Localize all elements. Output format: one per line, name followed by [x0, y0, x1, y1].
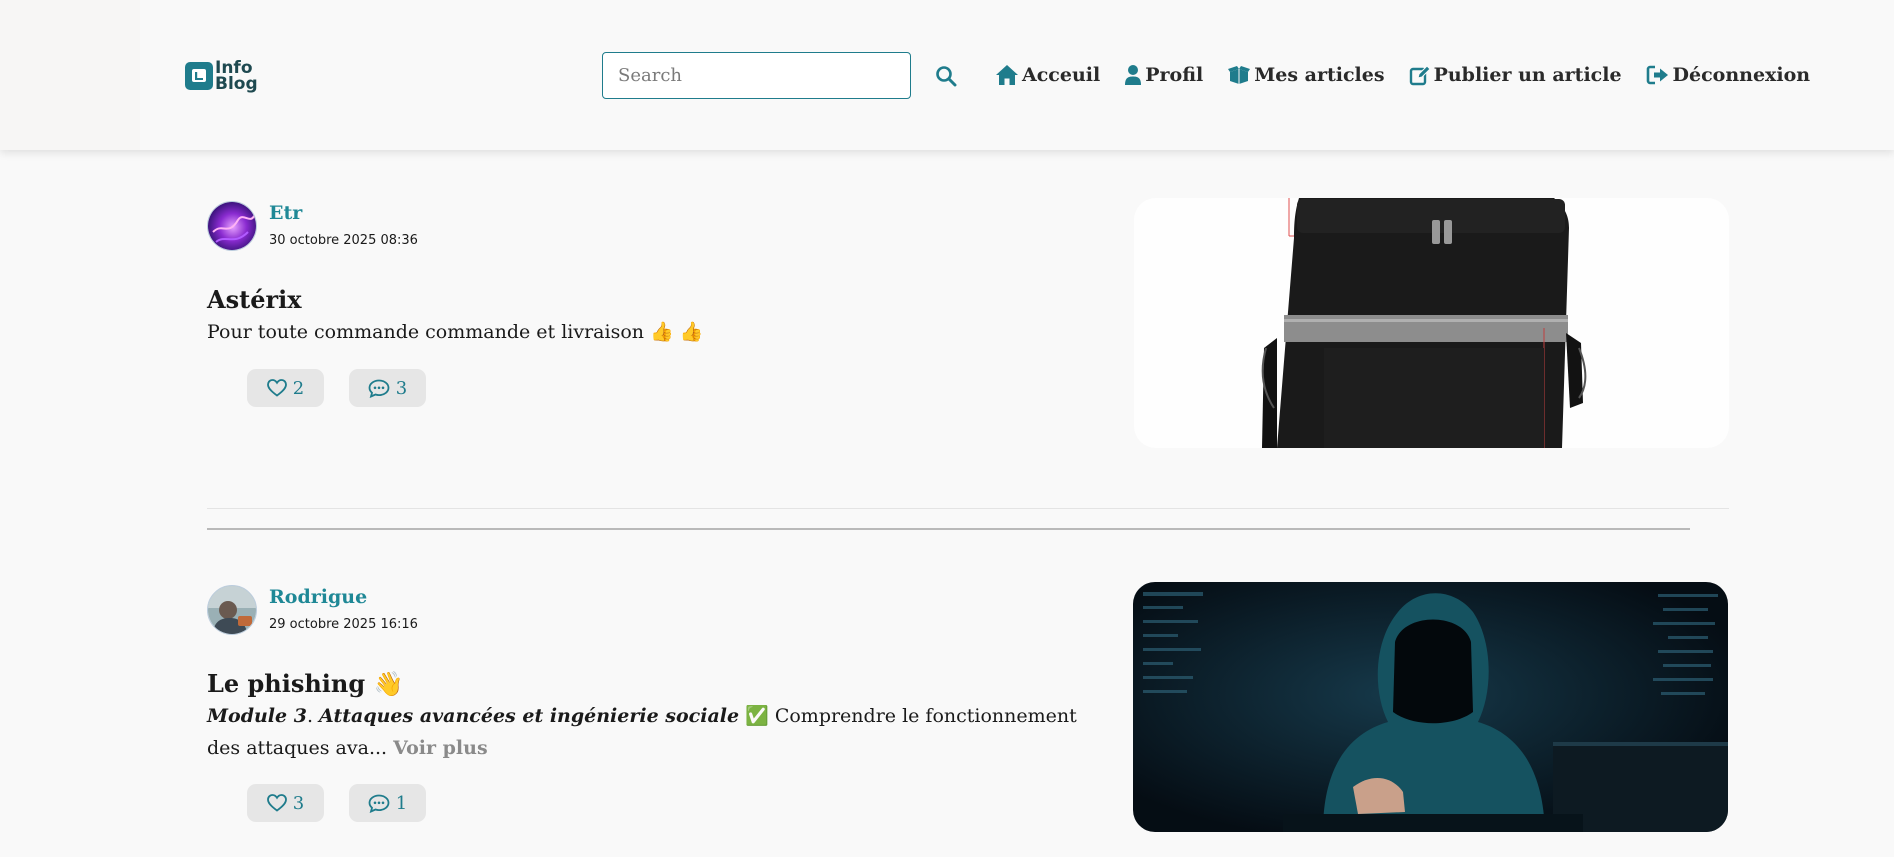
avatar[interactable] [207, 585, 257, 635]
header-left-tint [0, 0, 140, 150]
heart-icon [266, 379, 287, 397]
heart-icon [266, 794, 287, 812]
user-icon [1125, 65, 1142, 85]
post-actions: 2 3 [247, 369, 451, 407]
post-body-text: Pour toute commande commande et livraiso… [207, 321, 645, 343]
like-button[interactable]: 3 [247, 784, 324, 822]
nav-label: Publier un article [1433, 64, 1622, 86]
nav-item-deconnexion[interactable]: Déconnexion [1646, 64, 1811, 86]
nav-item-publier[interactable]: Publier un article [1409, 64, 1622, 86]
post-excerpt: Module 3. Attaques avancées et ingénieri… [207, 700, 1097, 764]
post-title-text: Le phishing [207, 669, 366, 698]
post-separator [207, 528, 1690, 530]
author-name[interactable]: Rodrigue [269, 585, 418, 609]
post-date: 29 octobre 2025 16:16 [269, 617, 418, 632]
search-icon [936, 66, 957, 87]
search-button[interactable] [930, 60, 962, 92]
box-open-icon [1228, 66, 1251, 84]
nav-label: Acceuil [1022, 64, 1101, 86]
logo-mark-icon [185, 62, 213, 90]
main-nav: Acceuil Profil Mes articles Publier un a… [995, 58, 1810, 92]
site-logo[interactable]: Info Blog [185, 58, 258, 94]
comment-count: 1 [395, 792, 408, 814]
like-count: 3 [292, 792, 305, 814]
waving-hand-icon: 👋 [373, 670, 404, 698]
nav-item-mes-articles[interactable]: Mes articles [1227, 64, 1385, 86]
post-excerpt: Pour toute commande commande et livraiso… [207, 316, 1097, 348]
author-name[interactable]: Etr [269, 201, 418, 225]
nav-label: Déconnexion [1672, 64, 1811, 86]
search-input[interactable] [602, 52, 911, 99]
post-card: Etr 30 octobre 2025 08:36 Astérix Pour t… [207, 198, 1729, 448]
avatar[interactable] [207, 201, 257, 251]
post-title[interactable]: Le phishing 👋 [207, 669, 403, 698]
post-image[interactable] [1133, 582, 1728, 832]
logo-text: Info Blog [215, 60, 258, 94]
nav-label: Mes articles [1254, 64, 1385, 86]
logout-icon [1646, 65, 1668, 85]
post-author[interactable]: Etr 30 octobre 2025 08:36 [207, 201, 418, 251]
like-count: 2 [292, 377, 305, 399]
post-title[interactable]: Astérix [207, 285, 302, 314]
post-body-emphasis: Attaques avancées et ingénierie sociale [319, 705, 740, 727]
comment-button[interactable]: 1 [349, 784, 426, 822]
post-separator-light [207, 508, 1729, 509]
top-navbar: Info Blog Acceuil Profil [0, 0, 1894, 150]
comment-button[interactable]: 3 [349, 369, 426, 407]
post-body-emphasis: Module 3 [207, 705, 307, 727]
nav-item-profil[interactable]: Profil [1124, 64, 1203, 86]
thumbs-up-icon: 👍 👍 [650, 321, 704, 343]
post-actions: 3 1 [247, 784, 451, 822]
post-image[interactable] [1134, 198, 1729, 448]
post-author[interactable]: Rodrigue 29 octobre 2025 16:16 [207, 585, 418, 635]
edit-icon [1409, 65, 1431, 86]
post-card: Rodrigue 29 octobre 2025 16:16 Le phishi… [207, 582, 1729, 832]
post-body-separator: . [306, 705, 320, 727]
home-icon [996, 65, 1018, 85]
nav-item-accueil[interactable]: Acceuil [995, 64, 1100, 86]
comment-count: 3 [395, 377, 408, 399]
post-date: 30 octobre 2025 08:36 [269, 233, 418, 248]
check-mark-icon: ✅ [745, 705, 769, 727]
nav-label: Profil [1145, 64, 1204, 86]
see-more-link[interactable]: Voir plus [393, 737, 488, 759]
comment-icon [368, 379, 390, 398]
comment-icon [368, 794, 390, 813]
like-button[interactable]: 2 [247, 369, 324, 407]
logo-text-line2: Blog [215, 74, 258, 94]
